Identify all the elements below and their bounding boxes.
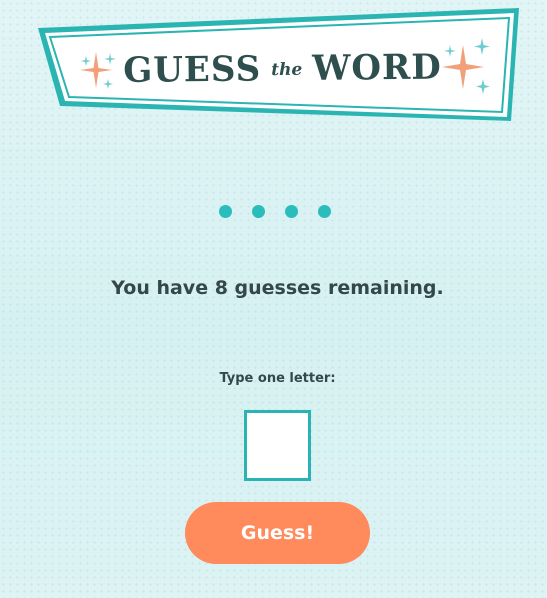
- game-banner: GUESS the WORD: [0, 0, 547, 130]
- guess-button[interactable]: Guess!: [185, 502, 370, 564]
- game-title: GUESS the WORD: [123, 44, 442, 93]
- hidden-letter-dot: [219, 205, 232, 218]
- title-word: WORD: [312, 46, 442, 90]
- title-the: the: [271, 59, 303, 81]
- letter-input[interactable]: [244, 410, 311, 481]
- hidden-word-display: [0, 205, 547, 218]
- hidden-letter-dot: [252, 205, 265, 218]
- hidden-letter-dot: [318, 205, 331, 218]
- letter-input-label: Type one letter:: [219, 371, 336, 386]
- title-guess: GUESS: [123, 48, 262, 92]
- hidden-letter-dot: [285, 205, 298, 218]
- guesses-remaining-text: You have 8 guesses remaining.: [111, 277, 444, 299]
